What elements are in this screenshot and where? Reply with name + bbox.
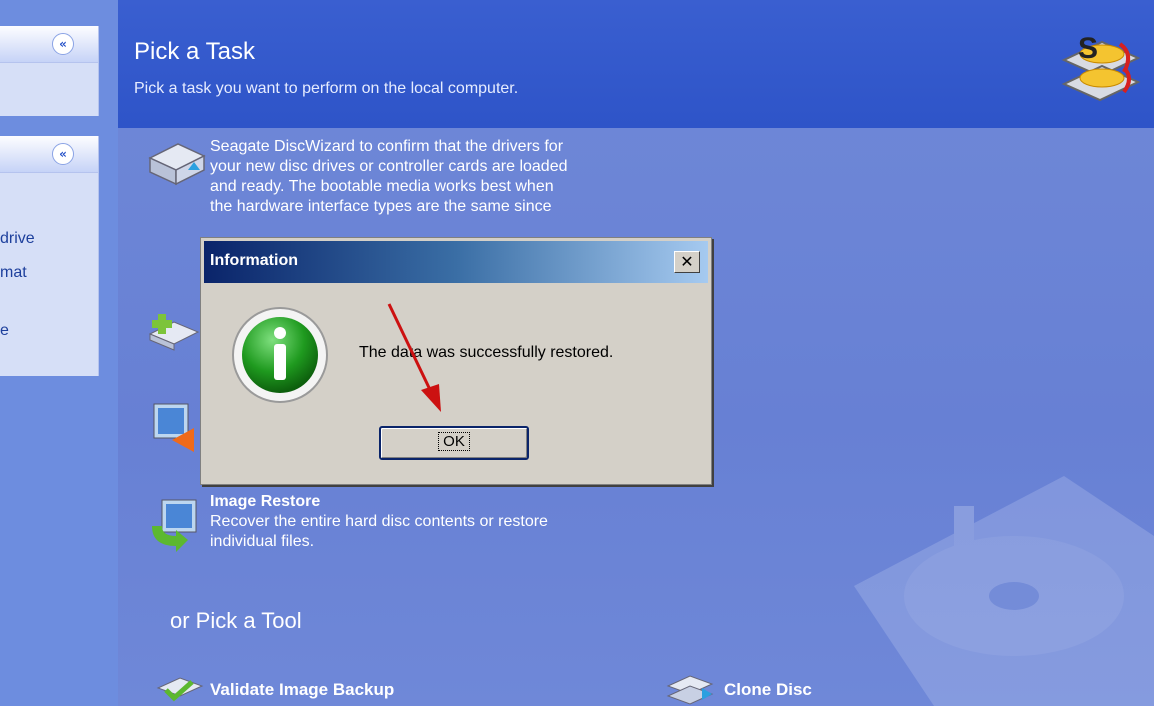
dialog-title: Information [210,252,298,269]
task-description: Seagate DiscWizard to confirm that the d… [210,137,568,217]
task-description-line: Seagate DiscWizard to confirm that the d… [210,138,564,155]
tools-heading: or Pick a Tool [170,608,302,633]
svg-text:S: S [1078,32,1098,65]
red-arrow-annotation [387,303,441,412]
sidebar-item-drive[interactable]: drive [0,230,35,248]
image-restore-task[interactable]: Image Restore Recover the entire hard di… [210,492,548,552]
sidebar-item-format[interactable]: mat [0,264,27,282]
validate-backup-icon[interactable] [156,676,204,706]
validate-image-backup-link[interactable]: Validate Image Backup [210,680,394,700]
task-description-line: and ready. The bootable media works best… [210,178,554,195]
clone-disc-icon[interactable] [666,674,716,706]
sidebar-panel-top-header[interactable]: « [0,26,98,63]
ok-button-label: OK [438,432,470,451]
task-description-line: the hardware interface types are the sam… [210,198,552,215]
sidebar-item-other[interactable]: e [0,322,9,340]
image-restore-icon[interactable] [148,496,200,554]
close-button[interactable]: ✕ [674,251,700,273]
information-dialog: Information ✕ The data was successfully … [200,237,712,485]
sidebar-panel-tools: « drive mat e [0,136,99,376]
hard-disk-watermark-icon [854,476,1154,706]
image-restore-desc-line: individual files. [210,533,315,550]
chevron-up-icon[interactable]: « [52,143,74,165]
image-restore-title[interactable]: Image Restore [210,492,548,512]
task-description-line: your new disc drives or controller cards… [210,158,568,175]
sidebar-panel-tools-header[interactable]: « [0,136,98,173]
clone-disc-link[interactable]: Clone Disc [724,680,812,700]
page-subtitle: Pick a task you want to perform on the l… [134,80,519,97]
sidebar-panel-top: « [0,26,99,116]
disc-drive-icon [148,143,206,186]
app-logo-icon: S [1061,32,1141,102]
add-drive-icon[interactable] [148,312,200,352]
info-icon [232,307,328,403]
sidebar: « « drive mat e [0,0,118,706]
chevron-up-icon[interactable]: « [52,33,74,55]
ok-button[interactable]: OK [379,426,529,460]
header-banner: Pick a Task Pick a task you want to perf… [118,0,1154,128]
page-title: Pick a Task [134,38,255,65]
backup-monitor-icon[interactable] [152,400,200,456]
image-restore-desc-line: Recover the entire hard disc contents or… [210,513,548,530]
dialog-titlebar[interactable]: Information ✕ [204,241,708,283]
